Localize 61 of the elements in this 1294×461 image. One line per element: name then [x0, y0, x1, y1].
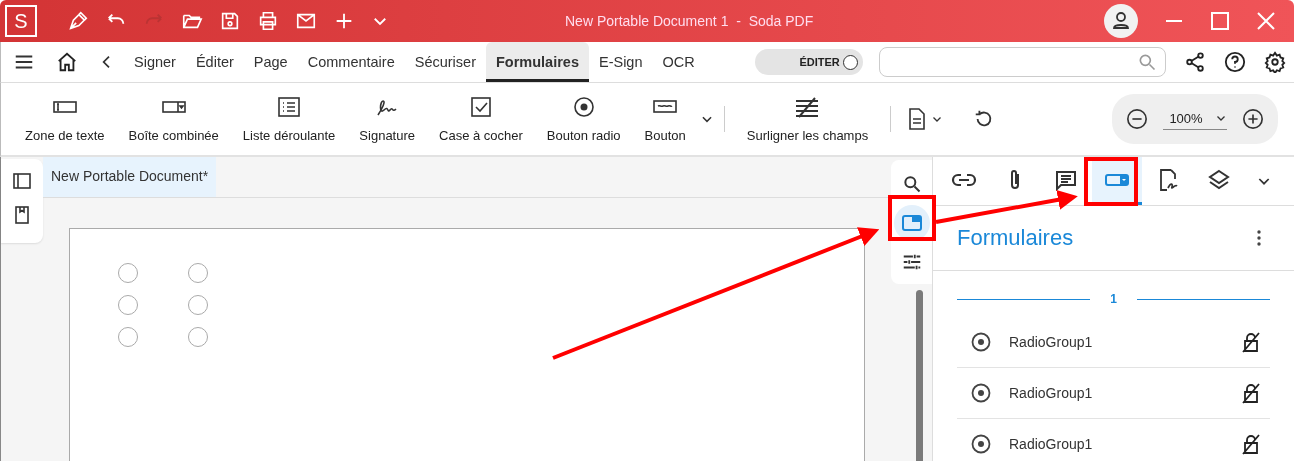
tool-button[interactable]: Zone de texte	[13, 89, 117, 149]
checkbox-icon	[469, 95, 492, 118]
tool-button[interactable]: Case à cocher	[427, 89, 535, 149]
form-field-icon	[900, 213, 923, 233]
share-icon[interactable]	[1183, 51, 1206, 73]
layers-icon	[1208, 168, 1230, 191]
menu-tab[interactable]: Commentaire	[297, 42, 405, 82]
pen-icon[interactable]	[67, 10, 89, 32]
unlocked-icon[interactable]	[1240, 382, 1262, 404]
bookmark-icon[interactable]	[13, 205, 31, 225]
list-icon	[277, 95, 302, 118]
close-icon[interactable]	[1256, 11, 1276, 31]
menu-tab[interactable]: Formulaires	[485, 42, 589, 82]
tool-button[interactable]: Surligner les champs	[734, 89, 881, 149]
search-icon	[901, 174, 922, 194]
save-icon[interactable]	[219, 10, 241, 32]
tool-button[interactable]: Bouton	[632, 89, 698, 149]
zoom-select[interactable]: 100%	[1163, 108, 1227, 130]
highlight-frame	[888, 195, 936, 241]
menu-tab[interactable]: E-Sign	[588, 42, 653, 82]
zoom-out-icon[interactable]	[1126, 108, 1148, 130]
document-tab[interactable]: New Portable Document*	[43, 157, 217, 197]
menu-tab[interactable]: Page	[243, 42, 298, 82]
radio-button-icon	[572, 95, 595, 118]
unlocked-icon[interactable]	[1240, 433, 1262, 455]
zoom-in-icon[interactable]	[1242, 108, 1264, 130]
search-field[interactable]	[878, 47, 1166, 77]
unlocked-icon[interactable]	[1240, 331, 1262, 353]
tool-button[interactable]: Bouton radio	[534, 89, 633, 149]
user-avatar-icon[interactable]	[1104, 4, 1138, 38]
highlight-frame	[1084, 157, 1138, 206]
menu-tab[interactable]: Éditer	[185, 42, 244, 82]
home-icon[interactable]	[56, 51, 78, 73]
tool-button[interactable]: Boîte combinée	[116, 89, 231, 149]
window-title: New Portable Document 1 - Soda PDF	[565, 13, 814, 29]
sidebar-icon[interactable]	[12, 171, 32, 191]
maximize-icon[interactable]	[1210, 11, 1230, 31]
form-field-item[interactable]: RadioGroup1	[957, 317, 1270, 368]
document-icon	[907, 107, 928, 131]
radio-button-icon	[971, 332, 991, 352]
more-options-icon[interactable]	[1256, 229, 1262, 247]
document-menu-button[interactable]	[907, 107, 944, 131]
radio-button-icon	[971, 383, 991, 403]
menu-tab[interactable]: Signer	[124, 42, 186, 82]
radio-button-icon	[971, 434, 991, 454]
form-field-item[interactable]: RadioGroup1	[957, 419, 1270, 461]
panel-title: Formulaires	[957, 225, 1074, 251]
page-number: 1	[1110, 292, 1117, 306]
settings-icon[interactable]	[1263, 51, 1286, 73]
tool-button[interactable]: Liste déroulante	[230, 89, 348, 149]
comment-icon	[1055, 168, 1077, 191]
form-field-item[interactable]: RadioGroup1	[957, 368, 1270, 419]
menu-tab[interactable]: OCR	[652, 42, 705, 82]
help-icon[interactable]	[1223, 51, 1246, 73]
tool-button[interactable]: Signature	[347, 89, 427, 149]
menu-tab[interactable]: Sécuriser	[404, 42, 486, 82]
signed-document-icon	[1157, 167, 1179, 192]
app-logo[interactable]: S	[5, 5, 37, 37]
edit-toggle[interactable]: ÉDITER	[754, 49, 863, 75]
print-icon[interactable]	[257, 10, 279, 32]
scrollbar[interactable]	[916, 290, 923, 461]
